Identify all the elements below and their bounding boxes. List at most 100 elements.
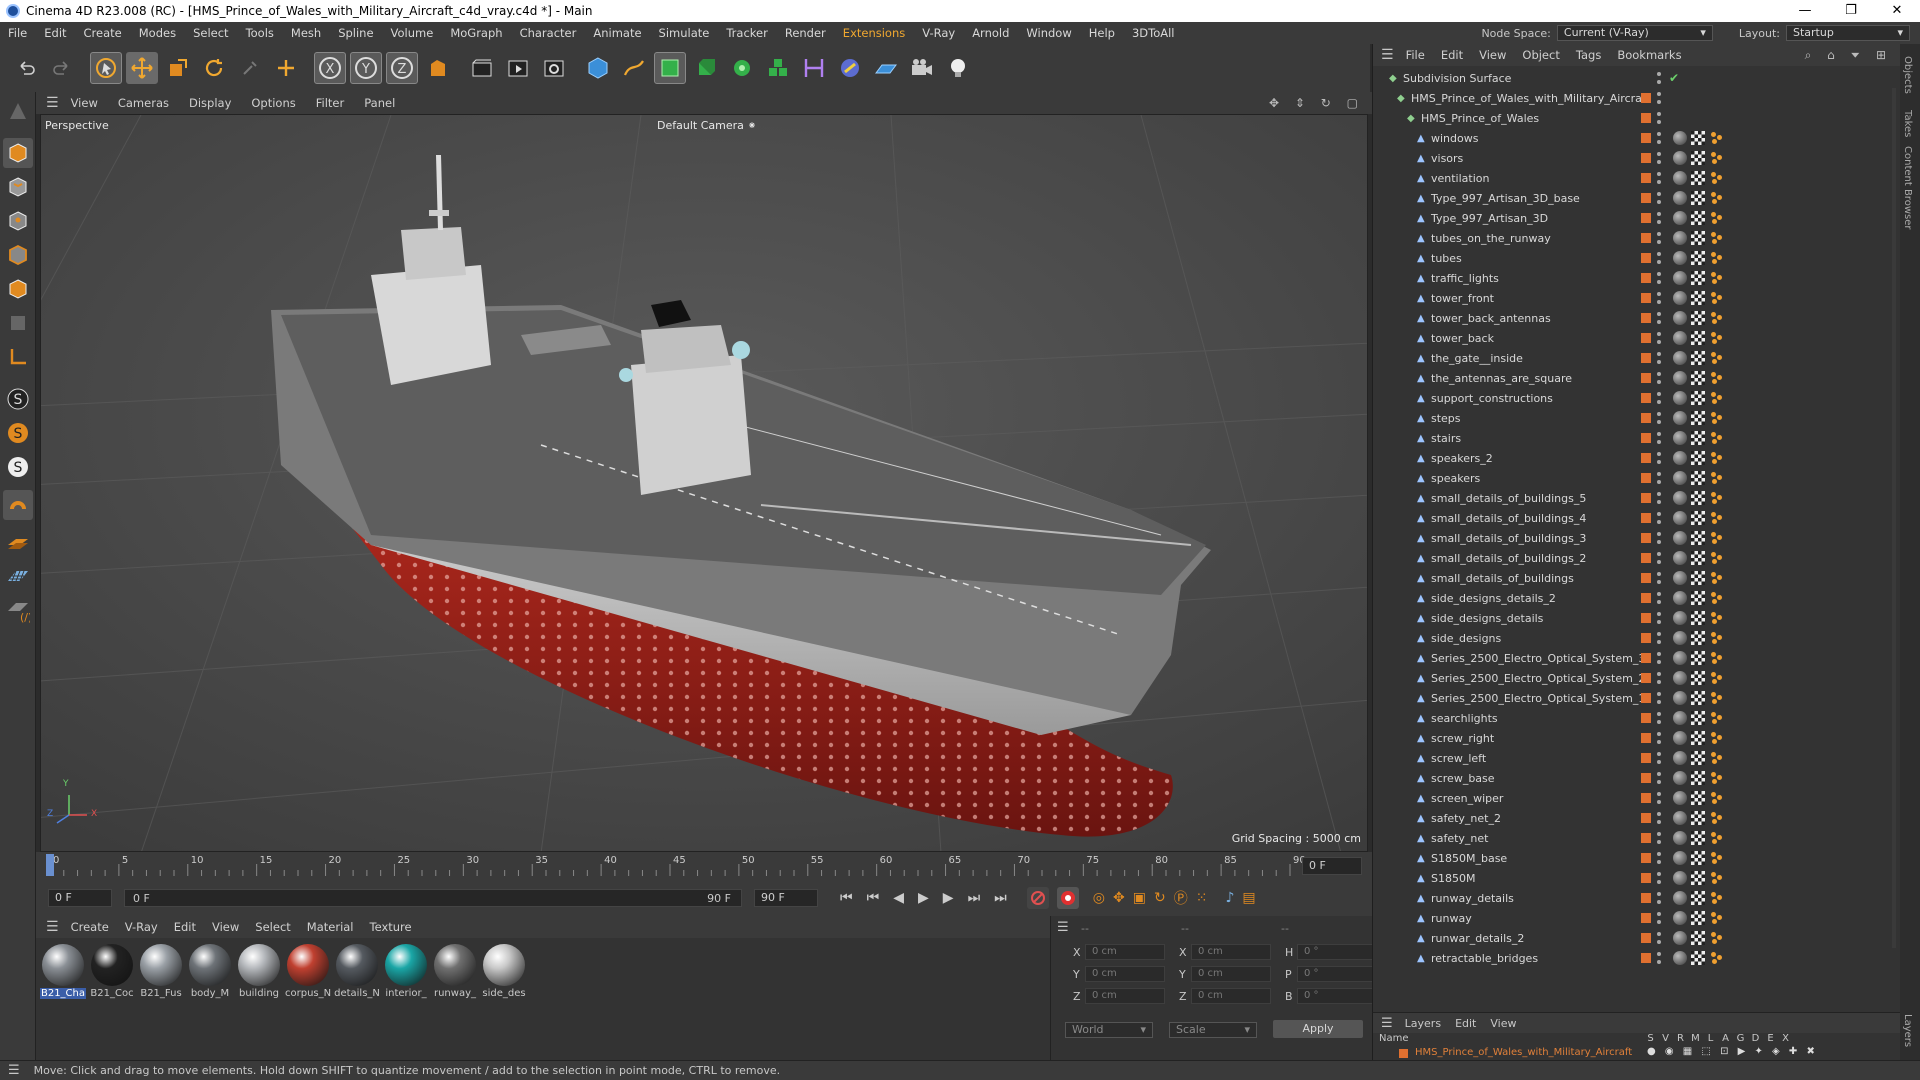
layer-color-swatch[interactable] xyxy=(1641,833,1651,843)
material-tag-icon[interactable] xyxy=(1673,651,1687,665)
uvw-tag-icon[interactable] xyxy=(1691,671,1705,685)
layer-color-swatch[interactable] xyxy=(1641,193,1651,203)
vray-tag-icon[interactable] xyxy=(1711,812,1723,824)
layer-color-swatch[interactable] xyxy=(1641,373,1651,383)
timeline-sound-button[interactable]: ♪ xyxy=(1225,890,1234,906)
material-tag-icon[interactable] xyxy=(1673,391,1687,405)
prev-frame-button[interactable]: ◀ xyxy=(893,890,904,906)
visibility-dots[interactable] xyxy=(1657,612,1661,624)
visibility-dots[interactable] xyxy=(1657,392,1661,404)
material-swatch[interactable]: interior_ xyxy=(383,944,429,1002)
object-row[interactable]: ▲ screw_left xyxy=(1373,748,1893,768)
deformer-button[interactable] xyxy=(798,52,830,84)
render-settings-button[interactable] xyxy=(538,52,570,84)
polygon-mode-button[interactable] xyxy=(3,274,33,304)
visibility-dots[interactable] xyxy=(1657,472,1661,484)
object-row[interactable]: ▲ Series_2500_Electro_Optical_System_1 xyxy=(1373,688,1893,708)
uvw-tag-icon[interactable] xyxy=(1691,571,1705,585)
material-tag-icon[interactable] xyxy=(1673,191,1687,205)
uvw-tag-icon[interactable] xyxy=(1691,911,1705,925)
menu-modes[interactable]: Modes xyxy=(139,26,176,40)
material-tag-icon[interactable] xyxy=(1673,411,1687,425)
layer-color-swatch[interactable] xyxy=(1641,773,1651,783)
uvw-tag-icon[interactable] xyxy=(1691,771,1705,785)
visibility-dots[interactable] xyxy=(1657,172,1661,184)
tweak-mode-button[interactable] xyxy=(3,490,33,520)
material-tag-icon[interactable] xyxy=(1673,671,1687,685)
visibility-dots[interactable] xyxy=(1657,352,1661,364)
object-row[interactable]: ▲ Type_997_Artisan_3D_base xyxy=(1373,188,1893,208)
visibility-dots[interactable] xyxy=(1657,92,1661,104)
vray-tag-icon[interactable] xyxy=(1711,272,1723,284)
vray-tag-icon[interactable] xyxy=(1711,572,1723,584)
vray-tag-icon[interactable] xyxy=(1711,192,1723,204)
visibility-dots[interactable] xyxy=(1657,892,1661,904)
coord-input[interactable]: 0 cm xyxy=(1085,944,1165,960)
layer-color-swatch[interactable] xyxy=(1641,453,1651,463)
material-tag-icon[interactable] xyxy=(1673,611,1687,625)
viewport-menu-panel[interactable]: Panel xyxy=(364,96,395,110)
uvw-tag-icon[interactable] xyxy=(1691,811,1705,825)
viewport-menu-cameras[interactable]: Cameras xyxy=(118,96,169,110)
vray-tag-icon[interactable] xyxy=(1711,732,1723,744)
x-axis-button[interactable]: X xyxy=(314,52,346,84)
object-row[interactable]: ▲ support_constructions xyxy=(1373,388,1893,408)
layer-color-swatch[interactable] xyxy=(1641,293,1651,303)
layer-color-swatch[interactable] xyxy=(1641,733,1651,743)
material-tag-icon[interactable] xyxy=(1673,371,1687,385)
vray-tag-icon[interactable] xyxy=(1711,952,1723,964)
coord-input[interactable]: 0 ° xyxy=(1297,966,1377,982)
light-button[interactable] xyxy=(942,52,974,84)
uvw-tag-icon[interactable] xyxy=(1691,751,1705,765)
floor-button[interactable] xyxy=(870,52,902,84)
material-tag-icon[interactable] xyxy=(1673,711,1687,725)
current-frame-field[interactable]: 0 F xyxy=(1302,857,1362,875)
visibility-dots[interactable] xyxy=(1657,192,1661,204)
layer-color-swatch[interactable] xyxy=(1641,953,1651,963)
object-scrollbar[interactable] xyxy=(1892,88,1896,948)
vray-tag-icon[interactable] xyxy=(1711,912,1723,924)
layer-col-s[interactable]: S xyxy=(1643,1033,1658,1044)
uvw-tag-icon[interactable] xyxy=(1691,251,1705,265)
layer-col-e[interactable]: E xyxy=(1763,1033,1778,1044)
object-menu-tags[interactable]: Tags xyxy=(1576,48,1601,62)
material-tag-icon[interactable] xyxy=(1673,331,1687,345)
visibility-dots[interactable] xyxy=(1657,432,1661,444)
visibility-dots[interactable] xyxy=(1657,652,1661,664)
uvw-tag-icon[interactable] xyxy=(1691,611,1705,625)
layer-color-swatch[interactable] xyxy=(1641,433,1651,443)
material-swatch[interactable]: details_N xyxy=(334,944,380,1002)
layer-col-g[interactable]: G xyxy=(1733,1033,1748,1044)
uvw-tag-icon[interactable] xyxy=(1691,591,1705,605)
camera-button[interactable] xyxy=(906,52,938,84)
vray-tag-icon[interactable] xyxy=(1711,472,1723,484)
visibility-dots[interactable] xyxy=(1657,772,1661,784)
cube-button[interactable] xyxy=(582,52,614,84)
vray-tag-icon[interactable] xyxy=(1711,292,1723,304)
cloner-button[interactable] xyxy=(726,52,758,84)
uvw-tag-icon[interactable] xyxy=(1691,851,1705,865)
uvw-tag-icon[interactable] xyxy=(1691,651,1705,665)
material-swatch[interactable]: body_M xyxy=(187,944,233,1002)
material-tag-icon[interactable] xyxy=(1673,171,1687,185)
layer-color-swatch[interactable] xyxy=(1641,873,1651,883)
uvw-tag-icon[interactable] xyxy=(1691,311,1705,325)
object-row[interactable]: ▲ small_details_of_buildings_2 xyxy=(1373,548,1893,568)
workplane-button[interactable] xyxy=(3,528,33,558)
menu-tools[interactable]: Tools xyxy=(246,26,274,40)
visibility-dots[interactable] xyxy=(1657,552,1661,564)
coord-input[interactable]: 0 cm xyxy=(1191,966,1271,982)
layer-color-swatch[interactable] xyxy=(1641,393,1651,403)
coordinate-system-button[interactable] xyxy=(422,52,454,84)
menu-create[interactable]: Create xyxy=(84,26,122,40)
material-tag-icon[interactable] xyxy=(1673,131,1687,145)
layer-menu-edit[interactable]: Edit xyxy=(1455,1017,1476,1030)
keyframe-selection-button[interactable]: ◎ xyxy=(1093,890,1105,906)
object-row[interactable]: ▲ traffic_lights xyxy=(1373,268,1893,288)
layer-color-swatch[interactable] xyxy=(1641,173,1651,183)
subdivision-surface-button[interactable] xyxy=(654,52,686,84)
layer-color-swatch[interactable] xyxy=(1641,233,1651,243)
vray-tag-icon[interactable] xyxy=(1711,492,1723,504)
uvw-tag-icon[interactable] xyxy=(1691,211,1705,225)
hamburger-icon[interactable]: ☰ xyxy=(1057,920,1069,935)
